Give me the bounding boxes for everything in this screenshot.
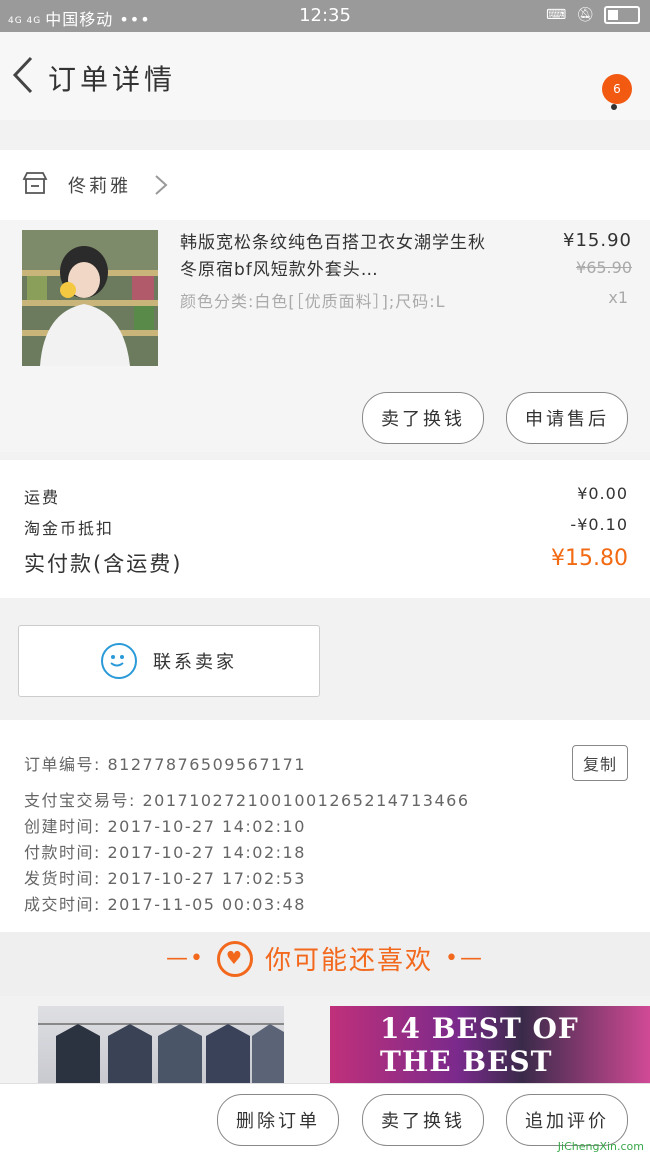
exchange-button[interactable]: 卖了换钱 bbox=[362, 392, 484, 444]
recommend-header: —• ♥ 你可能还喜欢 •— bbox=[0, 940, 650, 977]
status-bar: 4G 4G 中国移动 ••• 12:35 ⌨ 🔕︎ bbox=[0, 0, 650, 32]
shop-name: 佟莉雅 bbox=[68, 176, 131, 197]
recommend-item-2[interactable]: 14 BEST OF THE BEST bbox=[330, 1006, 650, 1086]
delete-order-button[interactable]: 删除订单 bbox=[217, 1094, 339, 1146]
product-photo bbox=[22, 230, 158, 366]
headset-icon: ⌨ bbox=[546, 7, 567, 23]
dash-decoration: —• bbox=[166, 946, 205, 971]
recommend-item-2-text: 14 BEST OF THE BEST bbox=[380, 1012, 579, 1078]
completed-time: 成交时间: 2017-11-05 00:03:48 bbox=[24, 895, 306, 914]
alipay-number: 支付宝交易号: 2017102721001001265214713466 bbox=[24, 791, 470, 810]
copy-button[interactable]: 复制 bbox=[572, 745, 628, 781]
bottom-exchange-button[interactable]: 卖了换钱 bbox=[362, 1094, 484, 1146]
page-title: 订单详情 bbox=[48, 63, 177, 96]
total-paid-value: ¥15.80 bbox=[551, 546, 628, 571]
notification-badge: 6 bbox=[602, 74, 632, 104]
status-icons: ⌨ 🔕︎ bbox=[546, 6, 640, 24]
mute-bell-icon: 🔕︎ bbox=[576, 7, 594, 23]
shop-icon bbox=[22, 172, 48, 194]
chevron-right-icon bbox=[155, 175, 168, 195]
coin-deduction-label: 淘金币抵扣 bbox=[24, 519, 115, 538]
chat-face-icon bbox=[101, 643, 137, 679]
recommend-item-1[interactable] bbox=[38, 1006, 284, 1086]
contact-seller-label: 联系卖家 bbox=[153, 652, 237, 673]
dash-decoration: •— bbox=[445, 946, 484, 971]
heart-icon: ♥ bbox=[216, 940, 253, 977]
shipping-label: 运费 bbox=[24, 488, 61, 507]
header: 订单详情 6 bbox=[0, 32, 650, 120]
paid-time: 付款时间: 2017-10-27 14:02:18 bbox=[24, 843, 306, 862]
chevron-left-icon bbox=[12, 56, 33, 94]
product-price: ¥15.90 bbox=[563, 230, 632, 251]
product-original-price: ¥65.90 bbox=[576, 258, 632, 277]
contact-seller-button[interactable]: 联系卖家 bbox=[18, 625, 320, 697]
more-dot bbox=[611, 104, 617, 110]
add-review-button[interactable]: 追加评价 bbox=[506, 1094, 628, 1146]
product-thumbnail[interactable] bbox=[22, 230, 158, 366]
product-quantity: x1 bbox=[608, 288, 628, 307]
clothes-rack-image bbox=[38, 1023, 284, 1086]
total-paid-label: 实付款(含运费) bbox=[24, 552, 183, 576]
recommend-title: 你可能还喜欢 bbox=[264, 946, 433, 976]
created-time: 创建时间: 2017-10-27 14:02:10 bbox=[24, 817, 306, 836]
back-button[interactable] bbox=[6, 52, 40, 98]
coin-deduction-value: -¥0.10 bbox=[570, 515, 628, 534]
after-sale-button[interactable]: 申请售后 bbox=[506, 392, 628, 444]
order-number: 订单编号: 81277876509567171 bbox=[24, 755, 307, 774]
product-spec: 颜色分类:白色[［优质面料］];尺码:L bbox=[180, 292, 446, 311]
shipping-value: ¥0.00 bbox=[577, 484, 628, 503]
site-watermark: JiChengXin.com bbox=[557, 1140, 644, 1153]
product-title[interactable]: 韩版宽松条纹纯色百搭卫衣女潮学生秋冬原宿bf风短款外套头… bbox=[180, 230, 500, 284]
battery-icon bbox=[604, 6, 640, 24]
shipped-time: 发货时间: 2017-10-27 17:02:53 bbox=[24, 869, 306, 888]
